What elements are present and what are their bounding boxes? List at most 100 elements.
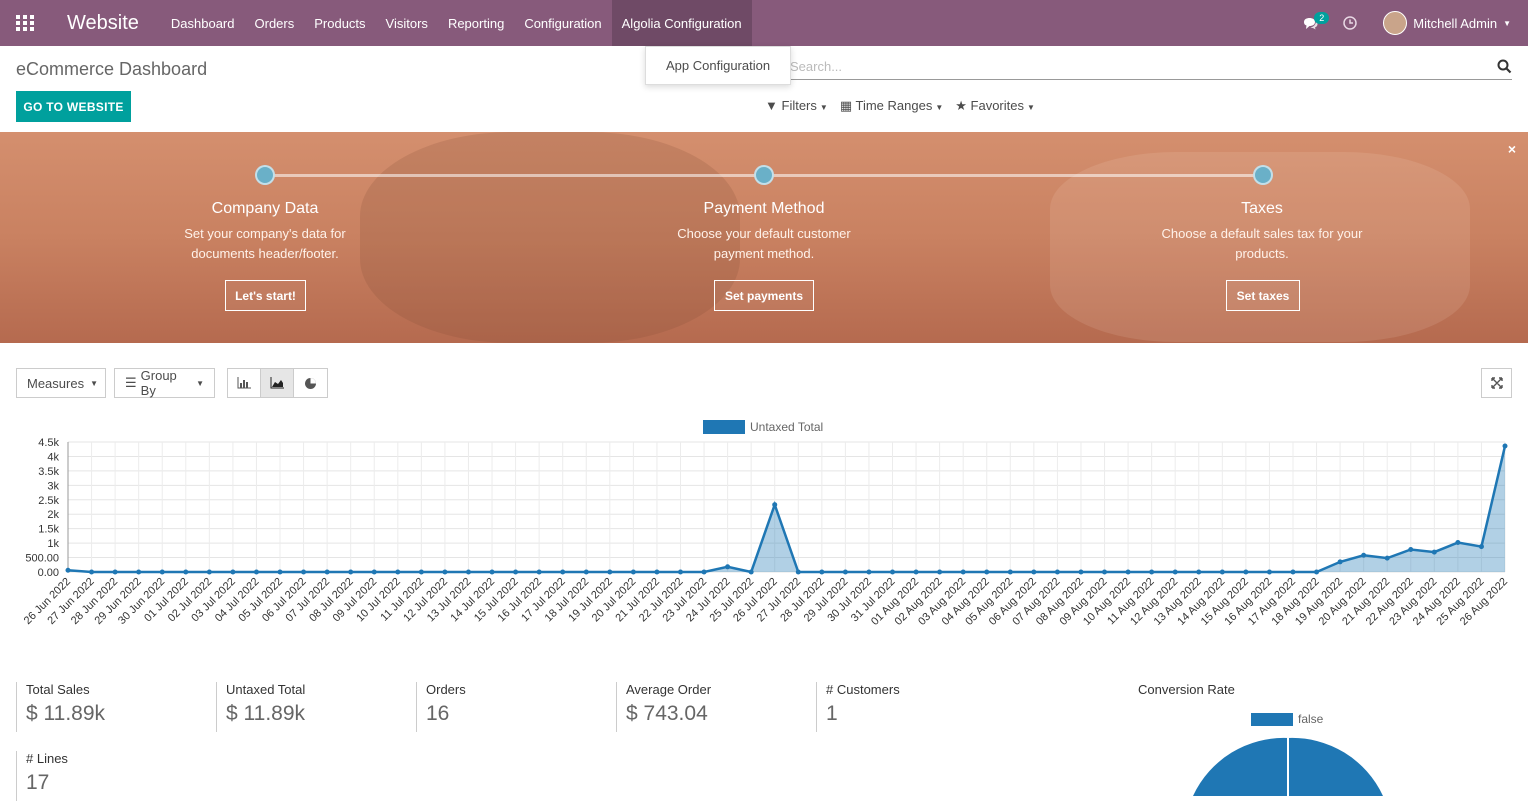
kpi-untaxed-total[interactable]: Untaxed Total $ 11.89k	[216, 682, 305, 732]
activity-clock-icon[interactable]	[1343, 16, 1358, 30]
step-description: Choose a default sales tax for your produ…	[1161, 226, 1363, 261]
list-icon: ☰	[125, 375, 137, 390]
go-to-website-button[interactable]: GO TO WEBSITE	[16, 91, 131, 122]
data-point	[1431, 549, 1437, 555]
data-point	[748, 569, 754, 575]
menu-dashboard[interactable]: Dashboard	[161, 0, 245, 46]
step-title: Payment Method	[703, 200, 825, 217]
search-options: ▼ Filters ▼ ▦ Time Ranges ▼ ★ Favorites ▼	[765, 98, 1035, 114]
data-point	[395, 569, 401, 575]
filters-button[interactable]: ▼ Filters ▼	[765, 98, 828, 114]
data-point	[536, 569, 542, 575]
data-point	[1337, 559, 1343, 565]
menu-products[interactable]: Products	[304, 0, 375, 46]
data-point	[630, 569, 636, 575]
data-point	[89, 569, 95, 575]
data-point	[677, 569, 683, 575]
kpi-average-order[interactable]: Average Order $ 743.04	[616, 682, 711, 732]
data-point	[1219, 569, 1225, 575]
menu-configuration[interactable]: Configuration	[514, 0, 611, 46]
step-taxes: Taxes Choose a default sales tax for you…	[1152, 200, 1372, 264]
kpi-total-sales[interactable]: Total Sales $ 11.89k	[16, 682, 105, 732]
group-by-button[interactable]: ☰ Group By ▼	[114, 368, 215, 398]
kpi-orders[interactable]: Orders 16	[416, 682, 466, 732]
search-icon[interactable]	[1497, 59, 1512, 77]
data-point	[913, 569, 919, 575]
data-point	[937, 569, 943, 575]
y-tick-label: 2.5k	[38, 495, 59, 507]
data-point	[984, 569, 990, 575]
menu-reporting[interactable]: Reporting	[438, 0, 514, 46]
data-point	[206, 569, 212, 575]
chart-type-switcher	[227, 368, 328, 398]
pie-chart-icon[interactable]	[294, 369, 327, 397]
data-point	[772, 502, 778, 508]
bar-chart-icon[interactable]	[228, 369, 261, 397]
navbar-systray: 2 Mitchell Admin ▼	[1303, 0, 1528, 46]
step-payment-method: Payment Method Choose your default custo…	[654, 200, 874, 264]
close-banner-icon[interactable]: ×	[1508, 141, 1516, 157]
apps-menu-icon[interactable]	[0, 0, 50, 46]
data-point	[1007, 569, 1013, 575]
step-company-data: Company Data Set your company's data for…	[155, 200, 375, 264]
conversion-rate-title: Conversion Rate	[1138, 682, 1235, 697]
lets-start-button[interactable]: Let's start!	[225, 280, 306, 311]
y-tick-label: 4k	[47, 451, 59, 463]
data-point	[1290, 569, 1296, 575]
search-placeholder: Search...	[790, 59, 843, 74]
menu-orders[interactable]: Orders	[245, 0, 305, 46]
user-avatar[interactable]	[1383, 11, 1408, 35]
user-menu-name[interactable]: Mitchell Admin	[1413, 16, 1497, 31]
fullscreen-icon[interactable]	[1481, 368, 1512, 398]
untaxed-total-area-chart: Untaxed Total 0.00 500.00 1k 1.5k 2k 2.5k 3k 3.5…	[22, 420, 1510, 628]
time-ranges-button[interactable]: ▦ Time Ranges ▼	[840, 98, 943, 114]
step-title: Taxes	[1241, 200, 1283, 217]
data-point	[1172, 569, 1178, 575]
search-input[interactable]: Search...	[790, 56, 1512, 80]
y-tick-label: 3.5k	[38, 466, 59, 478]
data-point	[842, 569, 848, 575]
data-point	[65, 567, 71, 573]
data-point	[418, 569, 424, 575]
star-icon: ★	[955, 98, 967, 113]
data-point	[301, 569, 307, 575]
data-point	[890, 569, 896, 575]
messages-icon[interactable]: 2	[1303, 12, 1330, 30]
step-dot-payment-method	[754, 165, 774, 185]
data-point	[725, 564, 731, 570]
y-tick-label: 0.00	[38, 567, 59, 579]
step-dot-taxes	[1253, 165, 1273, 185]
data-point	[1196, 569, 1202, 575]
step-description: Choose your default customer payment meth…	[677, 226, 851, 261]
data-point	[371, 569, 377, 575]
data-point	[1408, 546, 1414, 552]
data-point	[1125, 569, 1131, 575]
data-point	[654, 569, 660, 575]
data-point	[230, 569, 236, 575]
step-title: Company Data	[211, 200, 319, 217]
data-point	[348, 569, 354, 575]
area-chart-icon[interactable]	[261, 369, 294, 397]
app-title[interactable]: Website	[67, 12, 139, 35]
measures-button[interactable]: Measures ▼	[16, 368, 106, 398]
legend-swatch	[703, 420, 745, 434]
menu-algolia-configuration[interactable]: Algolia Configuration	[611, 0, 752, 46]
kpi-lines[interactable]: # Lines 17	[16, 751, 68, 801]
calendar-icon: ▦	[839, 98, 853, 113]
legend-label: Untaxed Total	[750, 420, 823, 434]
conversion-pie-chart	[1193, 737, 1383, 796]
user-menu-caret-icon[interactable]: ▼	[1503, 19, 1511, 28]
data-point	[1102, 569, 1108, 575]
menu-visitors[interactable]: Visitors	[376, 0, 438, 46]
dropdown-item-app-configuration[interactable]: App Configuration	[666, 58, 770, 73]
y-tick-label: 1k	[47, 538, 59, 550]
data-point	[324, 569, 330, 575]
set-taxes-button[interactable]: Set taxes	[1226, 280, 1300, 311]
data-point	[1054, 569, 1060, 575]
favorites-button[interactable]: ★ Favorites ▼	[955, 98, 1035, 114]
data-point	[442, 569, 448, 575]
legend-label: false	[1298, 712, 1324, 726]
kpi-customers[interactable]: # Customers 1	[816, 682, 900, 732]
set-payments-button[interactable]: Set payments	[714, 280, 814, 311]
y-tick-label: 4.5k	[38, 437, 59, 449]
